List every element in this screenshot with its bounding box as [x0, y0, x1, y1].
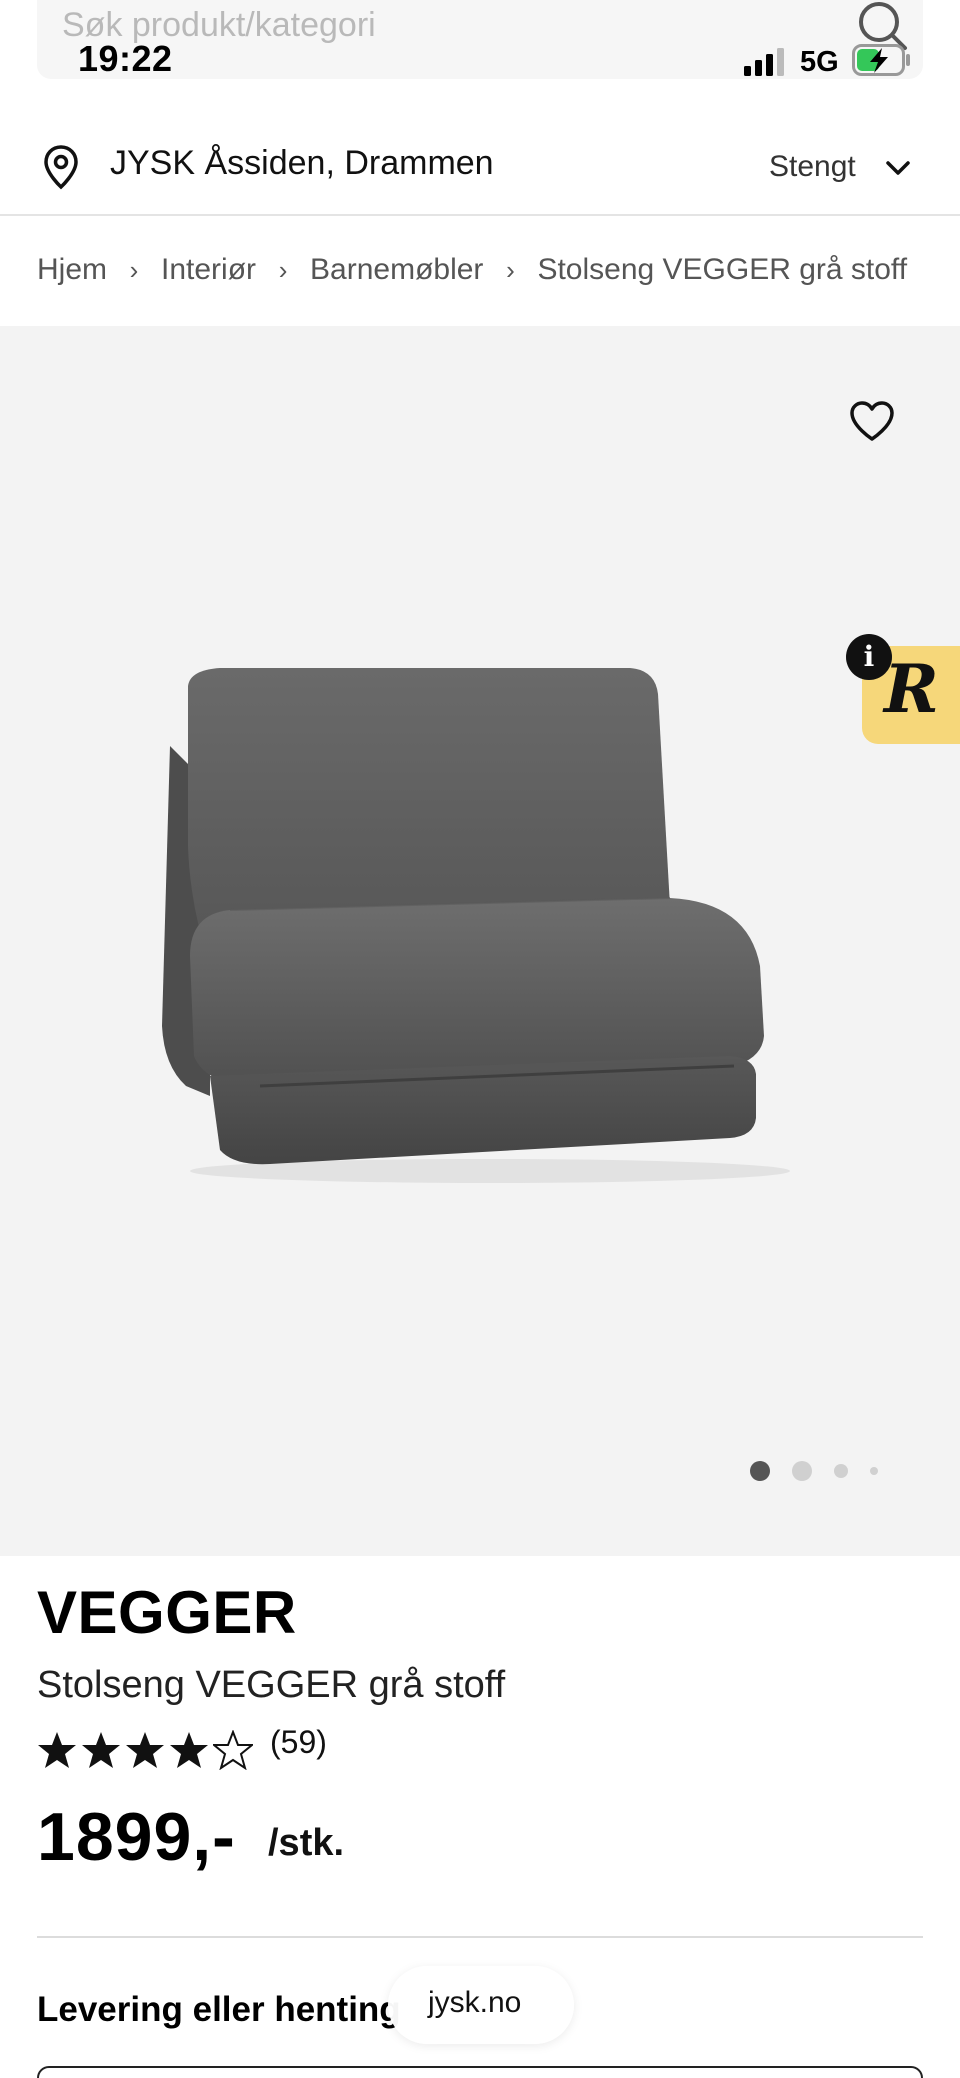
- breadcrumb-separator: ›: [278, 254, 288, 285]
- divider: [37, 1936, 923, 1938]
- price-unit: /stk.: [268, 1822, 345, 1864]
- browser-url: jysk.no: [428, 1986, 522, 2019]
- badge-r-logo: R: [884, 650, 939, 728]
- review-count[interactable]: (59): [270, 1724, 327, 1761]
- store-name: JYSK Åssiden, Drammen: [110, 144, 494, 182]
- breadcrumb-interior[interactable]: Interiør: [161, 253, 256, 287]
- delivery-option-box[interactable]: [37, 2066, 923, 2078]
- location-pin-icon: [44, 145, 78, 190]
- store-open-status: Stengt: [769, 150, 856, 183]
- product-brand: VEGGER: [37, 1579, 297, 1646]
- breadcrumb-current-product[interactable]: Stolseng VEGGER grå stoff: [537, 253, 907, 287]
- product-price: 1899,-: [37, 1799, 236, 1875]
- store-selector[interactable]: JYSK Åssiden, Drammen Stengt: [0, 118, 960, 216]
- product-image-gallery[interactable]: R i: [0, 326, 960, 1556]
- breadcrumb-children-furniture[interactable]: Barnemøbler: [310, 253, 483, 287]
- gallery-dot[interactable]: [870, 1467, 878, 1475]
- status-time: 19:22: [78, 38, 173, 79]
- product-title: Stolseng VEGGER grå stoff: [37, 1664, 506, 1706]
- signal-icon: [744, 48, 784, 76]
- gallery-dot[interactable]: [750, 1461, 770, 1481]
- status-bar: Søk produkt/kategori 19:22 5G: [0, 0, 960, 95]
- battery-charging-icon: [852, 44, 910, 76]
- product-image-chair: [162, 668, 790, 1183]
- heart-icon[interactable]: [848, 399, 896, 443]
- chevron-down-icon[interactable]: [884, 154, 912, 182]
- browser-url-pill[interactable]: jysk.no: [388, 1966, 574, 2044]
- info-icon[interactable]: i: [846, 634, 892, 680]
- rating-stars-icon[interactable]: [37, 1728, 257, 1772]
- breadcrumb: Hjem › Interiør › Barnemøbler › Stolseng…: [37, 250, 907, 290]
- breadcrumb-separator: ›: [129, 254, 139, 285]
- delivery-heading: Levering eller henting: [37, 1990, 401, 2029]
- breadcrumb-home[interactable]: Hjem: [37, 253, 107, 287]
- gallery-pagination: [750, 1461, 878, 1481]
- network-type: 5G: [800, 46, 839, 78]
- gallery-dot[interactable]: [834, 1464, 848, 1478]
- gallery-dot[interactable]: [792, 1461, 812, 1481]
- breadcrumb-separator: ›: [506, 254, 515, 285]
